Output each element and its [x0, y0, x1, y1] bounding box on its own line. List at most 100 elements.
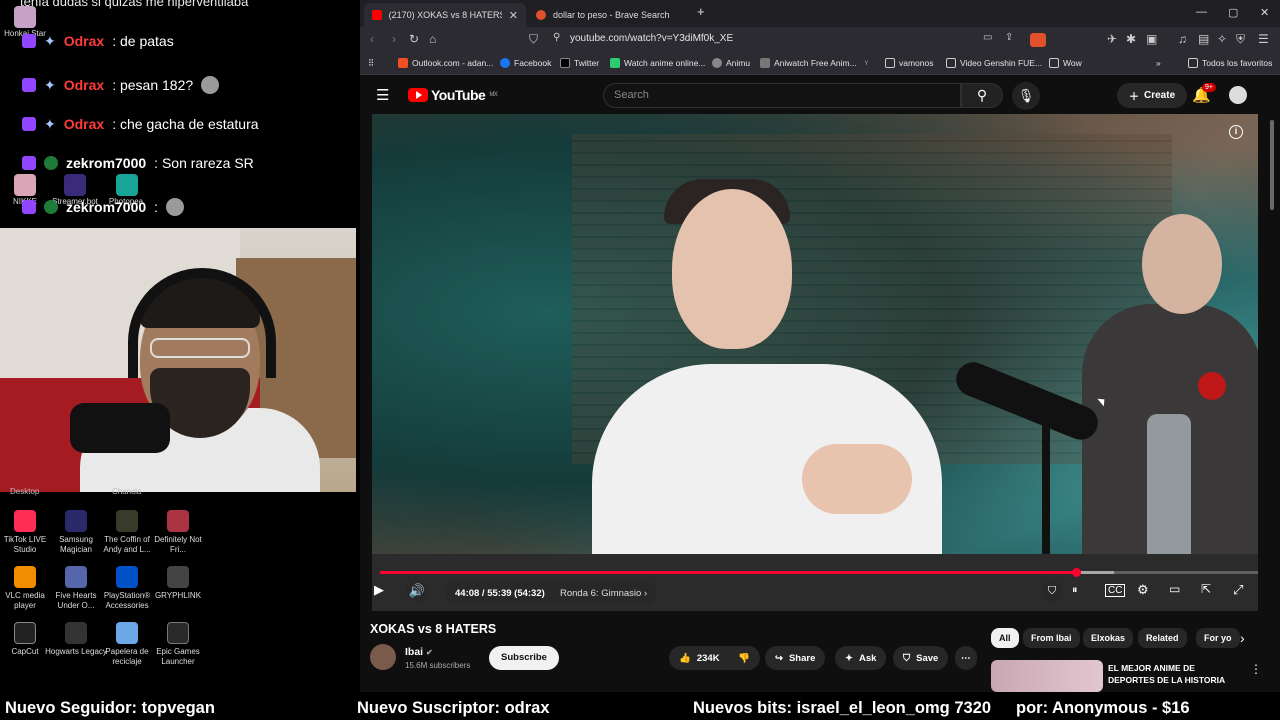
webcam-feed [0, 228, 356, 492]
bookmark-item[interactable]: Animu [712, 58, 750, 68]
subscribe-button[interactable]: Subscribe [489, 646, 559, 670]
settings-gear-icon[interactable]: ⚙ [1137, 582, 1149, 598]
more-actions-icon[interactable]: ⋯ [955, 646, 977, 670]
extensions-icon[interactable]: ✱ [1126, 32, 1136, 46]
account-avatar[interactable] [1229, 86, 1247, 104]
stream-alert-ticker: Nuevo Seguidor: topvegan Nuevo Suscripto… [0, 696, 1280, 720]
playstation-icon [116, 566, 138, 588]
recommended-title[interactable]: EL MEJOR ANIME DE DEPORTES DE LA HISTORI… [1108, 662, 1238, 686]
search-input[interactable]: Search [603, 83, 961, 108]
video-player[interactable] [372, 114, 1258, 611]
tab-title: dollar to peso - Brave Search [553, 10, 670, 20]
autoplay-toggle-icon[interactable]: ⏸ [1072, 584, 1078, 597]
back-icon[interactable]: ‹ [370, 32, 374, 46]
sponsor-shield-icon[interactable]: ⛉ [1041, 580, 1063, 602]
install-app-icon[interactable]: ▭ [983, 32, 992, 43]
play-icon[interactable]: ▶ [374, 582, 384, 598]
bookmark-item[interactable]: Watch anime online... [610, 58, 705, 68]
progress-bar[interactable] [380, 568, 1258, 577]
miniplayer-icon[interactable]: ▭ [1169, 582, 1180, 596]
desktop-icon-label: Five Hearts Under O... [55, 591, 97, 610]
folder-icon [1049, 58, 1059, 68]
channel-avatar[interactable] [370, 644, 396, 670]
share-button[interactable]: ↪ Share [765, 646, 826, 670]
tab-youtube[interactable]: (2170) XOKAS vs 8 HATERS - You ✕ [364, 3, 526, 27]
bookmark-item[interactable]: Outlook.com - adan... [398, 58, 493, 68]
cast-icon[interactable]: ⇱ [1201, 582, 1211, 596]
vpn-icon[interactable]: ⛨ [1236, 32, 1245, 47]
leo-ai-icon[interactable]: ✧ [1217, 32, 1227, 46]
honkai-star-icon [14, 6, 36, 28]
close-tab-icon[interactable]: ✕ [509, 9, 518, 22]
chat-text: : che gacha de estatura [112, 116, 259, 132]
brave-shields-icon[interactable] [1030, 33, 1046, 47]
bookmark-item[interactable]: Facebook [500, 58, 551, 68]
desktop-icon[interactable]: Epic Games Launcher [147, 622, 209, 667]
page-scrollbar[interactable] [1268, 114, 1276, 689]
recommended-thumbnail[interactable] [991, 660, 1103, 692]
bookmark-folder[interactable]: Wow [1049, 58, 1082, 68]
search-icon[interactable]: ⚲ [961, 83, 1003, 108]
progress-played [380, 571, 1077, 574]
bookmark-item[interactable]: Twitter [560, 58, 599, 68]
captions-icon[interactable]: CC [1105, 584, 1126, 597]
create-button[interactable]: ＋ Create [1117, 83, 1188, 108]
desktop-icon[interactable]: GRYPHLINK [147, 566, 209, 601]
chip-for-you[interactable]: For yo [1196, 628, 1240, 648]
wallet-icon[interactable]: ▤ [1198, 32, 1209, 46]
bookmark-folder[interactable]: Todos los favoritos [1188, 58, 1272, 68]
chip-all[interactable]: All [991, 628, 1019, 648]
dislike-button[interactable]: 👎 [728, 646, 760, 670]
more-bookmarks-icon[interactable]: » [1156, 58, 1161, 68]
like-button[interactable]: 👍 234K [669, 646, 728, 670]
new-tab-button[interactable]: + [697, 4, 705, 19]
ask-button[interactable]: ✦ Ask [835, 646, 887, 670]
close-window-icon[interactable]: ✕ [1260, 6, 1269, 19]
more-options-icon[interactable]: ⋮ [1250, 662, 1262, 676]
scrollbar-thumb[interactable] [1270, 120, 1274, 210]
youtube-logo[interactable]: YouTube MX [408, 87, 498, 103]
bookmark-item[interactable]: ᵞ [865, 58, 868, 68]
site-info-icon[interactable]: ⚲ [553, 32, 560, 43]
bookmark-item[interactable]: Aniwatch Free Anim... [760, 58, 857, 68]
tab-brave-search[interactable]: dollar to peso - Brave Search [528, 3, 690, 27]
folder-icon [885, 58, 895, 68]
reload-icon[interactable]: ↻ [409, 32, 419, 46]
menu-icon[interactable]: ☰ [376, 86, 389, 104]
tab-title: (2170) XOKAS vs 8 HATERS - You [388, 10, 502, 20]
brave-favicon-icon [536, 10, 546, 20]
chip-from-ibai[interactable]: From Ibai [1023, 628, 1080, 648]
menu-icon[interactable]: ☰ [1258, 32, 1269, 46]
youtube-favicon-icon [372, 10, 382, 20]
bookmark-folder[interactable]: Video Genshin FUE... [946, 58, 1042, 68]
microphone-icon[interactable]: 🎙 [1012, 82, 1040, 110]
chip-elxokas[interactable]: Elxokas [1083, 628, 1134, 648]
desktop-icon-label: VLC media player [5, 591, 45, 610]
fullscreen-icon[interactable]: ⤢ [1233, 582, 1243, 598]
forward-icon[interactable]: › [392, 32, 396, 46]
share-icon[interactable]: ⇪ [1005, 32, 1013, 43]
time-display: 44:08 / 55:39 (54:32) [445, 581, 555, 605]
address-bar[interactable]: youtube.com/watch?v=Y3diMf0k_XE [570, 33, 733, 44]
apps-icon[interactable]: ⠿ [368, 58, 374, 69]
chips-next-icon[interactable]: › [1240, 630, 1245, 646]
maximize-icon[interactable]: ▢ [1228, 6, 1238, 19]
extension-icon[interactable]: ✈ [1107, 32, 1117, 46]
bookmark-page-icon[interactable]: ⛉ [529, 32, 538, 47]
chip-related[interactable]: Related [1138, 628, 1187, 648]
minimize-icon[interactable]: — [1196, 6, 1207, 18]
desktop-icon-label: GRYPHLINK [154, 591, 202, 600]
volume-icon[interactable]: 🔊 [406, 580, 428, 602]
channel-name[interactable]: Ibai ✔ [405, 646, 433, 658]
bookmark-folder[interactable]: vamonos [885, 58, 934, 68]
info-icon[interactable]: i [1229, 125, 1243, 139]
save-button[interactable]: ⛉ Save [893, 646, 949, 670]
chapter-button[interactable]: Ronda 6: Gimnasio › [550, 581, 658, 605]
desktop-icon-label: TikTok LIVE Studio [3, 535, 47, 554]
new-follower-alert: Nuevo Seguidor: topvegan [5, 699, 215, 717]
chat-text: : de patas [112, 33, 174, 49]
music-icon[interactable]: ♫ [1178, 32, 1187, 46]
desktop-icon[interactable]: Definitely Not Fri... [147, 510, 209, 555]
home-icon[interactable]: ⌂ [429, 32, 436, 46]
sidebar-icon[interactable]: ▣ [1146, 32, 1157, 46]
